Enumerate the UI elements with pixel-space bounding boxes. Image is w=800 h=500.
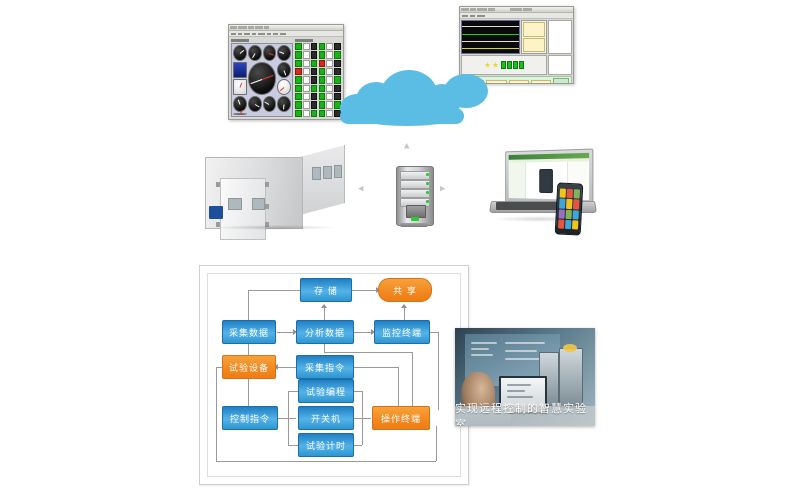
gauge-dial	[277, 45, 291, 61]
cloud-icon	[340, 68, 500, 128]
gauge-dial	[262, 96, 277, 112]
gauge-window-body	[229, 37, 343, 119]
cloud-label: CLOUD	[44, 24, 106, 43]
gauge-dial	[247, 96, 262, 112]
photo-caption: 实现远程控制的智慧实验室	[455, 402, 595, 426]
channel-bar-column	[318, 43, 342, 117]
trend-chart	[461, 20, 520, 54]
dotted-arrow-left-icon: ◀	[358, 184, 365, 194]
photo-highlight	[563, 344, 577, 352]
gauge-dial	[233, 79, 247, 95]
flow-edge	[248, 290, 249, 324]
dashboard-sidebar	[508, 162, 527, 199]
trend-chart-area	[461, 20, 572, 54]
flow-arrowhead	[321, 304, 327, 308]
flow-node-operation-terminal[interactable]: 操作终端	[372, 406, 430, 430]
flow-edge	[362, 418, 371, 419]
gauge-dial	[277, 96, 291, 112]
phone-app-grid	[557, 188, 581, 230]
scada-info-sidebar	[548, 20, 572, 54]
flow-edge	[353, 445, 362, 446]
flow-edge	[353, 367, 398, 368]
gauge-dial	[233, 45, 247, 61]
gauge-panel-group	[231, 39, 293, 117]
dotted-arrow-right-icon: ▶	[440, 184, 447, 194]
flow-edge	[278, 367, 296, 368]
primary-gauge-dial	[247, 62, 277, 95]
chamber-side-wall	[300, 145, 345, 215]
server-chassis	[396, 166, 434, 226]
smartphone-app	[554, 182, 584, 236]
product-thumbnail	[539, 168, 553, 193]
control-cabinet	[559, 348, 583, 408]
flow-edge	[412, 352, 413, 410]
chamber-brand-logo	[209, 206, 223, 219]
flow-arrowhead	[401, 304, 407, 308]
instrument-gauge-software-window	[228, 24, 344, 120]
flow-edge	[438, 332, 439, 410]
status-led-group	[500, 61, 524, 69]
gauge-dial	[277, 62, 291, 78]
attitude-indicator	[233, 62, 247, 78]
gauge-dial	[277, 79, 291, 95]
flow-node-share[interactable]: 共 享	[378, 278, 432, 302]
gauge-dial	[262, 45, 277, 61]
data-server-tower	[396, 166, 434, 228]
flow-edge	[353, 332, 373, 333]
flow-node-collect-data[interactable]: 采集数据	[222, 320, 276, 344]
channel-bars	[295, 43, 341, 117]
flow-node-power-switch[interactable]: 开关机	[298, 406, 354, 430]
flow-edge	[288, 391, 289, 445]
process-node	[530, 80, 551, 83]
flow-edge	[216, 367, 217, 461]
process-tank	[553, 78, 569, 83]
server-base	[400, 223, 428, 227]
chamber-shadow	[209, 225, 339, 230]
smart-laboratory-photo: 实现远程控制的智慧实验室	[455, 328, 595, 426]
chamber-front-wall	[205, 157, 303, 240]
flow-node-monitor-terminal[interactable]: 监控终端	[374, 320, 430, 344]
flow-node-test-programming[interactable]: 试验编程	[298, 379, 354, 403]
illustration-canvas: CLOUD ▲ ◀ ▶ 存 储 共 享 采集数据 分析数据 监控终端 试验设备 …	[0, 0, 800, 500]
flow-edge	[352, 290, 378, 291]
gauge-cluster	[231, 43, 293, 117]
flow-edge	[436, 426, 437, 461]
channel-bar-column	[295, 43, 318, 117]
flow-edge	[288, 391, 298, 392]
flow-node-test-timing[interactable]: 试验计时	[298, 433, 354, 457]
flow-edge	[278, 418, 296, 419]
flow-node-store[interactable]: 存 储	[300, 278, 352, 302]
dotted-arrow-up-icon: ▲	[404, 141, 411, 151]
flow-edge	[288, 445, 298, 446]
flow-edge	[429, 332, 438, 333]
flow-edge	[324, 352, 412, 353]
gauge-dial	[247, 45, 262, 61]
flow-edge	[248, 290, 300, 291]
flow-node-collect-command[interactable]: 采集指令	[296, 355, 354, 379]
flow-edge	[353, 391, 362, 392]
gauge-dial	[233, 109, 247, 115]
channel-bar-panel	[295, 39, 341, 117]
flow-node-test-equipment[interactable]: 试验设备	[222, 355, 276, 379]
gauge-dial	[233, 96, 247, 112]
flow-node-analyze-data[interactable]: 分析数据	[296, 320, 354, 344]
device-mimic-panel	[521, 20, 547, 54]
process-node	[508, 80, 529, 83]
status-led-footer	[229, 119, 343, 120]
walk-in-environmental-test-chamber	[205, 145, 345, 240]
flow-node-control-command[interactable]: 控制指令	[222, 406, 278, 430]
scada-info-sidebar	[548, 55, 572, 75]
server-activity-light	[411, 217, 419, 221]
flow-edge	[216, 461, 436, 462]
system-flow-diagram: 存 储 共 享 采集数据 分析数据 监控终端 试验设备 采集指令 试验编程 控制…	[199, 265, 469, 485]
